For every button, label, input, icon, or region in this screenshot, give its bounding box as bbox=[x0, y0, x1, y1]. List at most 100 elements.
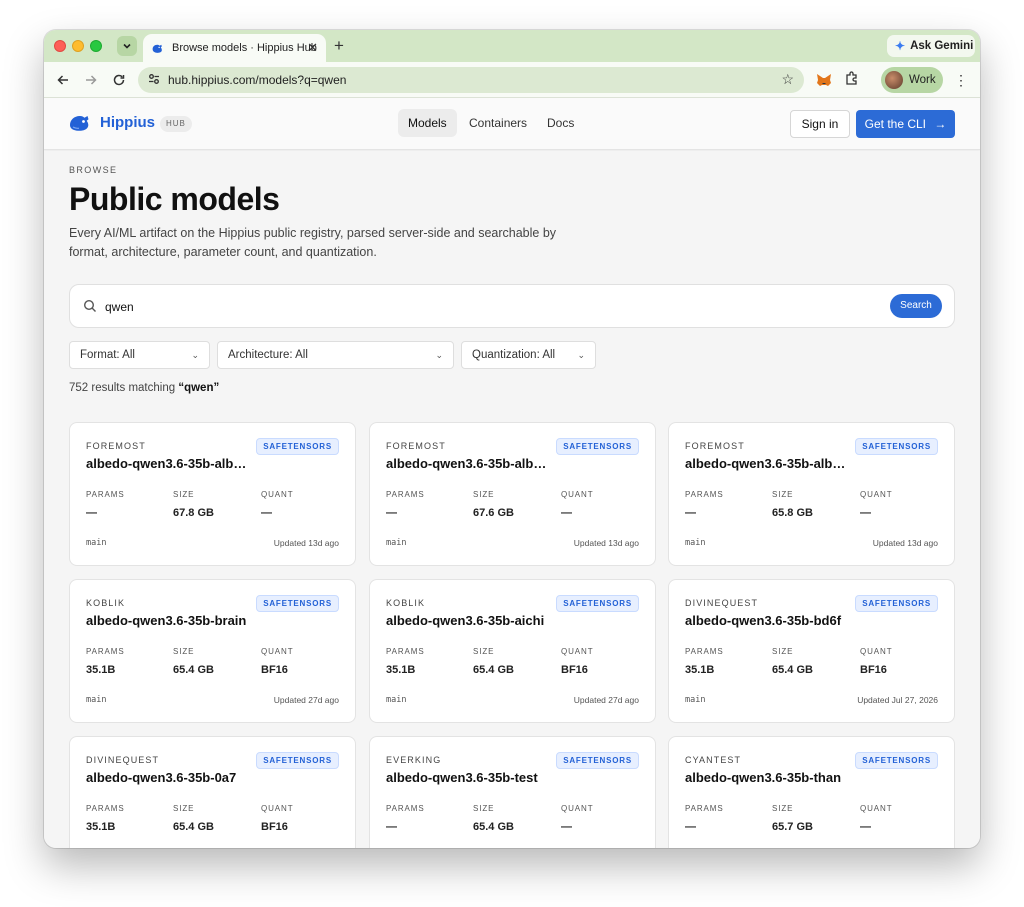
model-card[interactable]: KOBLIK albedo-qwen3.6-35b-aichi SAFETENSOR… bbox=[369, 579, 656, 723]
back-icon[interactable] bbox=[54, 71, 72, 89]
maximize-window-button[interactable] bbox=[90, 40, 102, 52]
model-org[interactable]: FOREMOST bbox=[386, 441, 446, 451]
model-card[interactable]: FOREMOST albedo-qwen3.6-35b-albedo SAFETEN… bbox=[69, 422, 356, 566]
architecture-filter-label: Architecture: All bbox=[228, 349, 308, 361]
model-org[interactable]: FOREMOST bbox=[685, 441, 745, 451]
close-tab-icon[interactable]: ✕ bbox=[307, 41, 318, 54]
model-org[interactable]: DIVINEQUEST bbox=[685, 598, 758, 608]
model-card[interactable]: CYANTEST albedo-qwen3.6-35b-than SAFETENSO… bbox=[668, 736, 955, 848]
size-label: SIZE bbox=[173, 647, 195, 656]
model-org[interactable]: KOBLIK bbox=[86, 598, 125, 608]
new-tab-button[interactable]: + bbox=[334, 36, 344, 56]
size-value: 67.6 GB bbox=[473, 507, 514, 519]
branch-name: main bbox=[685, 695, 706, 705]
params-label: PARAMS bbox=[386, 490, 425, 499]
format-badge: SAFETENSORS bbox=[855, 752, 938, 769]
branch-name: main bbox=[386, 695, 407, 705]
model-org[interactable]: KOBLIK bbox=[386, 598, 425, 608]
tab-search-button[interactable] bbox=[117, 36, 137, 56]
params-label: PARAMS bbox=[685, 490, 724, 499]
model-name[interactable]: albedo-qwen3.6-35b-albedo bbox=[685, 456, 851, 471]
model-name[interactable]: albedo-qwen3.6-35b-aichi bbox=[386, 613, 552, 628]
browser-menu-icon[interactable]: ⋮ bbox=[954, 71, 968, 89]
search-bar: qwen Search bbox=[69, 284, 955, 328]
size-label: SIZE bbox=[473, 490, 495, 499]
quant-label: QUANT bbox=[561, 490, 594, 499]
model-card[interactable]: FOREMOST albedo-qwen3.6-35b-albedo SAFETEN… bbox=[369, 422, 656, 566]
size-value: 65.4 GB bbox=[772, 664, 813, 676]
model-name[interactable]: albedo-qwen3.6-35b-albedo bbox=[386, 456, 552, 471]
bookmark-star-icon[interactable]: ☆ bbox=[781, 71, 794, 88]
main-content: BROWSE Public models Every AI/ML artifac… bbox=[44, 151, 980, 848]
get-cli-button[interactable]: Get the CLI → bbox=[856, 110, 955, 138]
sign-in-button[interactable]: Sign in bbox=[790, 110, 850, 138]
url-text: hub.hippius.com/models?q=qwen bbox=[168, 73, 347, 87]
quant-label: QUANT bbox=[860, 804, 893, 813]
size-label: SIZE bbox=[772, 647, 794, 656]
address-bar[interactable]: hub.hippius.com/models?q=qwen ☆ bbox=[138, 67, 804, 93]
params-value: — bbox=[685, 821, 696, 833]
model-org[interactable]: FOREMOST bbox=[86, 441, 146, 451]
model-org[interactable]: CYANTEST bbox=[685, 755, 741, 765]
model-org[interactable]: DIVINEQUEST bbox=[86, 755, 159, 765]
model-name[interactable]: albedo-qwen3.6-35b-0a7 bbox=[86, 770, 252, 785]
search-input[interactable]: qwen bbox=[105, 300, 134, 314]
format-badge: SAFETENSORS bbox=[256, 752, 339, 769]
minimize-window-button[interactable] bbox=[72, 40, 84, 52]
quant-label: QUANT bbox=[261, 804, 294, 813]
model-card[interactable]: KOBLIK albedo-qwen3.6-35b-brain SAFETENSOR… bbox=[69, 579, 356, 723]
metamask-extension-icon[interactable] bbox=[816, 72, 832, 88]
model-name[interactable]: albedo-qwen3.6-35b-bd6f bbox=[685, 613, 851, 628]
page-description: Every AI/ML artifact on the Hippius publ… bbox=[69, 226, 557, 259]
quant-label: QUANT bbox=[561, 804, 594, 813]
model-name[interactable]: albedo-qwen3.6-35b-test bbox=[386, 770, 552, 785]
model-card[interactable]: DIVINEQUEST albedo-qwen3.6-35b-bd6f SAFETE… bbox=[668, 579, 955, 723]
quantization-filter-select[interactable]: Quantization: All ⌄ bbox=[461, 341, 596, 369]
quantization-filter-label: Quantization: All bbox=[472, 349, 556, 361]
search-icon bbox=[83, 299, 97, 313]
format-badge: SAFETENSORS bbox=[256, 438, 339, 455]
browser-toolbar: hub.hippius.com/models?q=qwen ☆ Work ⋮ bbox=[44, 62, 980, 98]
profile-button[interactable]: Work bbox=[881, 67, 943, 93]
tab-strip: Browse models · Hippius Hub ✕ + ✦ Ask Ge… bbox=[44, 30, 980, 62]
model-card[interactable]: EVERKING albedo-qwen3.6-35b-test SAFETENSO… bbox=[369, 736, 656, 848]
search-button[interactable]: Search bbox=[890, 294, 942, 318]
browser-tab[interactable]: Browse models · Hippius Hub ✕ bbox=[143, 34, 326, 62]
format-filter-select[interactable]: Format: All ⌄ bbox=[69, 341, 210, 369]
reload-icon[interactable] bbox=[110, 71, 128, 89]
model-name[interactable]: albedo-qwen3.6-35b-brain bbox=[86, 613, 252, 628]
model-org[interactable]: EVERKING bbox=[386, 755, 441, 765]
format-badge: SAFETENSORS bbox=[556, 438, 639, 455]
size-value: 65.4 GB bbox=[173, 664, 214, 676]
chevron-down-icon: ⌄ bbox=[577, 350, 585, 360]
model-card[interactable]: DIVINEQUEST albedo-qwen3.6-35b-0a7 SAFETEN… bbox=[69, 736, 356, 848]
params-label: PARAMS bbox=[86, 490, 125, 499]
model-name[interactable]: albedo-qwen3.6-35b-albedo bbox=[86, 456, 252, 471]
updated-timestamp: Updated 13d ago bbox=[573, 538, 639, 548]
nav-models[interactable]: Models bbox=[398, 109, 457, 137]
params-value: 35.1B bbox=[685, 664, 715, 676]
model-name[interactable]: albedo-qwen3.6-35b-than bbox=[685, 770, 851, 785]
model-card[interactable]: FOREMOST albedo-qwen3.6-35b-albedo SAFETEN… bbox=[668, 422, 955, 566]
ask-gemini-button[interactable]: ✦ Ask Gemini bbox=[887, 35, 975, 57]
arrow-right-icon: → bbox=[934, 117, 947, 131]
results-count-text: 752 results matching bbox=[69, 382, 176, 394]
nav-containers[interactable]: Containers bbox=[459, 109, 537, 137]
site-info-icon[interactable] bbox=[147, 72, 163, 88]
forward-icon[interactable] bbox=[82, 71, 100, 89]
size-label: SIZE bbox=[772, 490, 794, 499]
quant-value: BF16 bbox=[561, 664, 588, 676]
close-window-button[interactable] bbox=[54, 40, 66, 52]
hippius-logo-icon[interactable] bbox=[68, 111, 92, 135]
architecture-filter-select[interactable]: Architecture: All ⌄ bbox=[217, 341, 454, 369]
size-label: SIZE bbox=[473, 647, 495, 656]
quant-label: QUANT bbox=[261, 490, 294, 499]
format-badge: SAFETENSORS bbox=[855, 438, 938, 455]
hippius-favicon-icon bbox=[152, 44, 162, 53]
extensions-puzzle-icon[interactable] bbox=[844, 70, 862, 88]
search-button-label: Search bbox=[900, 300, 932, 311]
nav-docs[interactable]: Docs bbox=[537, 109, 584, 137]
chevron-down-icon: ⌄ bbox=[435, 350, 443, 360]
gemini-sparkle-icon: ✦ bbox=[895, 39, 906, 53]
brand-name[interactable]: Hippius bbox=[100, 114, 155, 131]
